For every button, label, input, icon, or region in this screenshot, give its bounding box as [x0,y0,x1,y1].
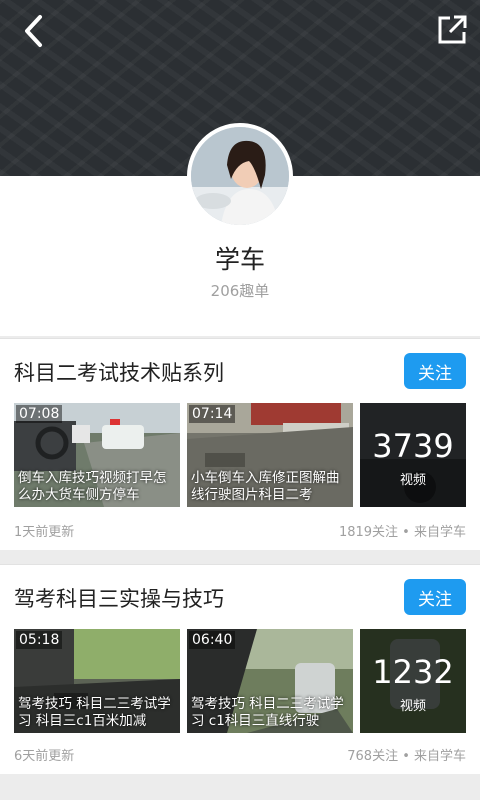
video-count: 1232 [372,653,454,691]
video-count-label: 视频 [399,699,426,714]
video-thumbnail[interactable]: 07:14 小车倒车入库修正图解曲线行驶图片科目二考 [187,403,353,507]
video-count-tile[interactable]: 1232 视频 [360,629,466,733]
video-duration: 07:14 [189,405,236,423]
video-duration: 05:18 [16,631,63,649]
series-meta: 768关注 • 来自学车 [347,749,466,764]
video-count-label: 视频 [399,473,426,488]
video-thumbnail[interactable]: 07:08 倒车入库技巧视频打早怎么办大货车侧方停车 [14,403,180,507]
avatar [187,123,293,229]
video-title: 倒车入库技巧视频打早怎么办大货车侧方停车 [18,470,167,503]
video-title: 小车倒车入库修正图解曲线行驶图片科目二考 [191,470,340,503]
video-title: 驾考技巧 科目二三考试学习 科目三c1百米加减 [18,696,171,729]
series-card[interactable]: 科目二考试技术贴系列 关注 07:08 倒车入库技巧视频打早怎么办大货车侧方停车… [0,338,480,550]
video-count-tile[interactable]: 3739 视频 [360,403,466,507]
video-duration: 06:40 [189,631,236,649]
video-count: 3739 [372,427,454,465]
share-button[interactable] [436,12,468,46]
series-title[interactable]: 驾考科目三实操与技巧 [14,583,224,613]
channel-name: 学车 [214,245,265,274]
video-thumbnail[interactable]: 06:40 驾考技巧 科目二三考试学习 c1科目三直线行驶 [187,629,353,733]
video-title: 驾考技巧 科目二三考试学习 c1科目三直线行驶 [191,696,344,729]
series-title[interactable]: 科目二考试技术贴系列 [14,357,224,387]
share-external-icon [438,15,467,44]
updated-time: 6天前更新 [14,749,75,764]
series-card[interactable]: 驾考科目三实操与技巧 关注 05:18 驾考技巧 科目二三考试学习 科目三c1百… [0,564,480,774]
follow-button[interactable]: 关注 [404,579,466,615]
series-meta: 1819关注 • 来自学车 [338,525,466,540]
follow-button[interactable]: 关注 [404,353,466,389]
back-button[interactable] [18,12,54,50]
updated-time: 1天前更新 [14,525,75,540]
video-thumbnail[interactable]: 05:18 驾考技巧 科目二三考试学习 科目三c1百米加减 [14,629,180,733]
follower-count: 206趣单 [210,282,270,300]
chevron-left-icon [25,15,42,47]
video-duration: 07:08 [16,405,63,423]
